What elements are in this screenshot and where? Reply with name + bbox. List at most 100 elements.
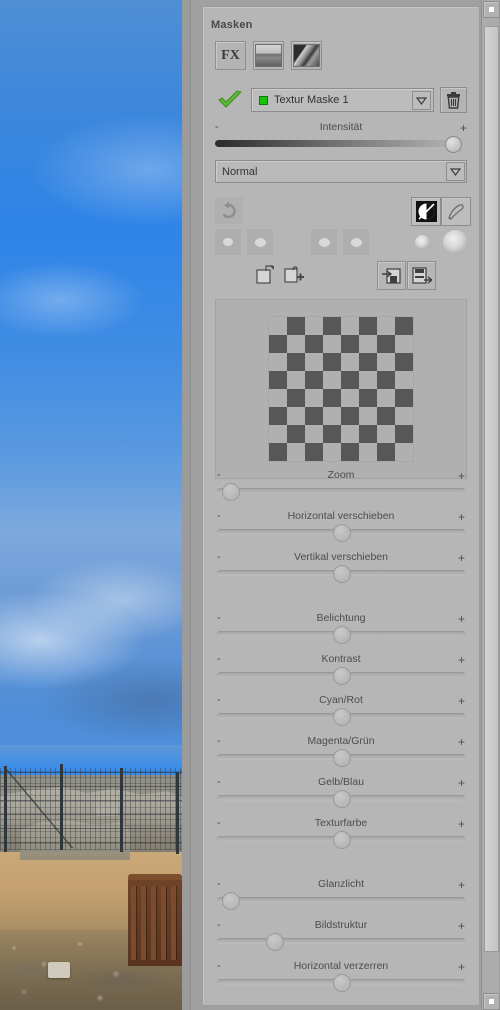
mask-enabled-toggle[interactable] — [215, 88, 245, 112]
chevron-down-icon[interactable] — [412, 91, 431, 110]
brush-icon — [448, 203, 464, 220]
slider-decrease-button[interactable]: - — [217, 612, 221, 624]
brush-tool-button[interactable] — [441, 197, 471, 226]
brush-size-1-button[interactable] — [215, 229, 241, 255]
chevron-down-icon[interactable] — [446, 162, 465, 181]
scroll-up-icon — [489, 7, 494, 12]
masks-panel: Masken FX Textur Maske 1 - Intensität + … — [202, 6, 480, 1006]
wooden-railing — [128, 880, 182, 966]
slider-knob[interactable] — [333, 974, 351, 992]
slider-decrease-button[interactable]: - — [217, 960, 221, 972]
slider-label: Cyan/Rot — [319, 694, 363, 706]
slider-track[interactable] — [217, 938, 465, 944]
import-disk-icon — [381, 267, 401, 284]
slider-knob[interactable] — [333, 749, 351, 767]
slider-increase-button[interactable]: + — [458, 960, 465, 974]
slider-knob[interactable] — [333, 626, 351, 644]
slider-decrease-button[interactable]: - — [217, 878, 221, 890]
trash-icon — [447, 91, 460, 109]
slider-decrease-button[interactable]: - — [217, 653, 221, 665]
slider-increase-button[interactable]: + — [458, 776, 465, 790]
slider-label: Horizontal verzerren — [293, 960, 389, 972]
add-mask-button[interactable] — [281, 261, 308, 288]
slider-increase-button[interactable]: + — [458, 694, 465, 708]
export-disk-icon — [412, 266, 432, 284]
slider-knob[interactable] — [222, 892, 240, 910]
application-window: Masken FX Textur Maske 1 - Intensität + … — [0, 0, 500, 1010]
slider-increase-button[interactable]: + — [458, 653, 465, 667]
scroll-up-button[interactable] — [483, 1, 500, 18]
intensity-label: Intensität — [319, 121, 363, 133]
scroll-down-icon — [489, 999, 494, 1004]
fence — [0, 760, 182, 870]
mask-row: Textur Maske 1 — [215, 87, 467, 113]
texture-thumbnail-button[interactable] — [291, 41, 322, 70]
undo-arrow-icon — [222, 201, 236, 218]
blend-mode-select[interactable]: Normal — [215, 160, 467, 183]
mask-preview[interactable] — [215, 299, 467, 479]
slider-label: Glanzlicht — [317, 878, 365, 890]
original-thumbnail-button[interactable] — [253, 41, 284, 70]
slider-knob[interactable] — [333, 565, 351, 583]
slider-increase-button[interactable]: + — [458, 551, 465, 565]
status-badge — [260, 96, 267, 104]
tools-row-3 — [215, 261, 467, 291]
slider-decrease-button[interactable]: - — [217, 919, 221, 931]
slider-decrease-button[interactable]: - — [217, 817, 221, 829]
slider-label: Magenta/Grün — [307, 735, 375, 747]
slider-knob[interactable] — [333, 524, 351, 542]
slider-label: Belichtung — [316, 612, 366, 624]
check-icon — [218, 90, 242, 108]
brush-size-3-button[interactable] — [311, 229, 337, 255]
slider-increase-button[interactable]: + — [458, 510, 465, 524]
slider-decrease-button[interactable]: - — [217, 776, 221, 788]
blend-mode-value: Normal — [222, 165, 258, 178]
slider-increase-button[interactable]: + — [458, 919, 465, 933]
slider-knob[interactable] — [333, 708, 351, 726]
brush-size-4-button[interactable] — [343, 229, 369, 255]
export-mask-button[interactable] — [407, 261, 436, 290]
slider-increase-button[interactable]: + — [458, 612, 465, 626]
slider-label: Gelb/Blau — [317, 776, 365, 788]
slider-increase-button[interactable]: + — [458, 878, 465, 892]
brush-size-2-button[interactable] — [247, 229, 273, 255]
slider-decrease-button[interactable]: - — [217, 510, 221, 522]
delete-mask-button[interactable] — [440, 87, 467, 113]
tools-row-2 — [215, 229, 468, 259]
intensity-slider-group: - Intensität + — [215, 121, 467, 153]
scroll-down-button[interactable] — [483, 993, 500, 1010]
invert-mask-button[interactable] — [411, 197, 441, 226]
scrollbar-thumb[interactable] — [484, 26, 499, 952]
soft-brush-small-button[interactable] — [415, 235, 430, 250]
slider-knob[interactable] — [333, 790, 351, 808]
slider-label: Texturfarbe — [314, 817, 368, 829]
image-preview[interactable] — [0, 0, 182, 1010]
slider-knob[interactable] — [222, 483, 240, 501]
slider-knob[interactable] — [333, 831, 351, 849]
slider-decrease-button[interactable]: - — [217, 469, 221, 481]
intensity-slider-knob[interactable] — [445, 136, 462, 153]
slider-decrease-button[interactable]: - — [217, 694, 221, 706]
slider-decrease-button[interactable]: - — [217, 735, 221, 747]
intensity-increase-button[interactable]: + — [460, 121, 467, 135]
checkerboard-pattern — [268, 316, 414, 462]
page-title: Masken — [211, 19, 253, 31]
slider-knob[interactable] — [266, 933, 284, 951]
fx-button[interactable]: FX — [215, 41, 246, 70]
load-mask-button[interactable] — [251, 261, 278, 288]
intensity-slider-track[interactable] — [215, 136, 467, 153]
slider-track[interactable] — [217, 488, 465, 494]
slider-increase-button[interactable]: + — [458, 735, 465, 749]
tools-row-1 — [215, 197, 471, 226]
panel-scrollbar[interactable] — [481, 0, 500, 1010]
slider-decrease-button[interactable]: - — [217, 551, 221, 563]
import-mask-button[interactable] — [377, 261, 406, 290]
slider-knob[interactable] — [333, 667, 351, 685]
slider-label: Bildstruktur — [314, 919, 368, 931]
slider-increase-button[interactable]: + — [458, 817, 465, 831]
soft-brush-large-button[interactable] — [443, 230, 468, 255]
undo-button[interactable] — [215, 197, 243, 224]
slider-track[interactable] — [217, 897, 465, 903]
slider-increase-button[interactable]: + — [458, 469, 465, 483]
mask-select[interactable]: Textur Maske 1 — [251, 88, 434, 112]
